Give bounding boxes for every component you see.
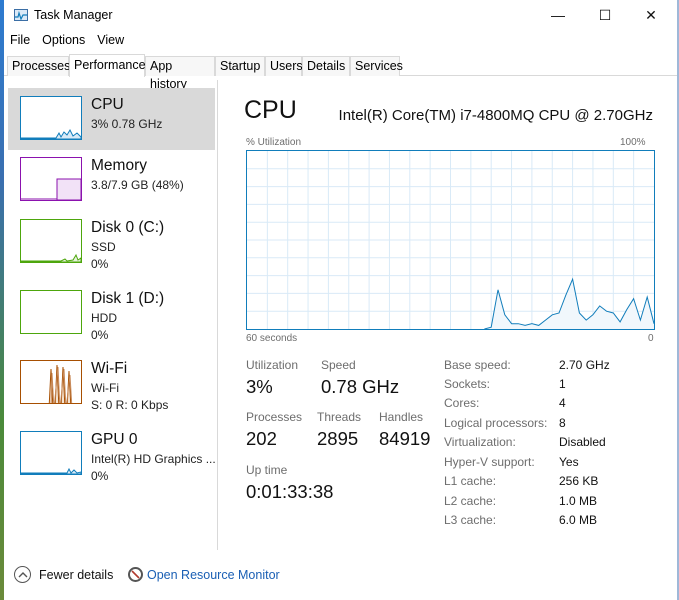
open-resource-monitor-link[interactable]: Open Resource Monitor [147, 568, 280, 582]
footer-bar: Fewer details Open Resource Monitor [4, 556, 677, 596]
sidebar-cpu-title: CPU [91, 96, 124, 113]
disk-0-thumbnail-graph [20, 219, 82, 263]
sidebar-disk-1-usage: 0% [91, 328, 109, 342]
sidebar-wifi-title: Wi-Fi [91, 360, 128, 377]
sidebar-item-disk-1[interactable]: Disk 1 (D:) HDD 0% [8, 282, 215, 344]
menu-view[interactable]: View [91, 32, 130, 50]
chevron-up-icon[interactable] [14, 566, 31, 583]
sidebar-gpu-usage: 0% [91, 469, 109, 483]
l3-cache-value: 6.0 MB [559, 513, 598, 527]
threads-label: Threads [317, 410, 362, 424]
cores-value: 4 [559, 396, 566, 410]
base-speed-value: 2.70 GHz [559, 358, 610, 372]
l1-cache-label: L1 cache: [444, 474, 497, 488]
handles-label: Handles [379, 410, 424, 424]
tab-startup[interactable]: Startup [215, 56, 265, 76]
sidebar-disk-1-title: Disk 1 (D:) [91, 290, 165, 307]
sidebar-disk-0-usage: 0% [91, 257, 109, 271]
sidebar-memory-title: Memory [91, 157, 147, 174]
utilization-value: 3% [246, 376, 273, 397]
sidebar-wifi-adapter: Wi-Fi [91, 381, 119, 395]
l1-cache-value: 256 KB [559, 474, 599, 488]
disk-1-thumbnail-graph [20, 290, 82, 334]
utilization-label: Utilization [246, 358, 299, 372]
l2-cache-label: L2 cache: [444, 494, 497, 508]
sockets-value: 1 [559, 377, 566, 391]
minimize-button[interactable]: — [535, 0, 581, 30]
processes-value: 202 [246, 428, 277, 449]
l3-cache-label: L3 cache: [444, 513, 497, 527]
processes-label: Processes [246, 410, 303, 424]
speed-value: 0.78 GHz [321, 376, 400, 397]
utilization-axis-label: % Utilization [246, 137, 302, 148]
sidebar-disk-0-type: SSD [91, 240, 116, 254]
gpu-thumbnail-graph [20, 431, 82, 475]
sidebar-disk-1-type: HDD [91, 311, 117, 325]
handles-value: 84919 [379, 428, 431, 449]
tab-users[interactable]: Users [265, 56, 303, 76]
close-button[interactable]: ✕ [628, 0, 674, 30]
speed-label: Speed [321, 358, 356, 372]
menu-file[interactable]: File [4, 32, 36, 50]
cpu-thumbnail-graph [20, 96, 82, 140]
threads-value: 2895 [317, 428, 359, 449]
menu-bar: File Options View [4, 32, 130, 50]
hyper-v-support-value: Yes [559, 455, 579, 469]
tab-processes[interactable]: Processes [7, 56, 70, 76]
cores-label: Cores: [444, 396, 480, 410]
sidebar-item-memory[interactable]: Memory 3.8/7.9 GB (48%) [8, 149, 215, 211]
sockets-label: Sockets: [444, 377, 491, 391]
cpu-model-name: Intel(R) Core(TM) i7-4800MQ CPU @ 2.70GH… [338, 107, 653, 124]
tab-services[interactable]: Services [350, 56, 403, 76]
time-range-label: 60 seconds [246, 333, 298, 344]
utilization-max-label: 100% [620, 137, 646, 148]
task-manager-window: Task Manager — ☐ ✕ File Options View Pro… [4, 0, 677, 600]
wifi-thumbnail-graph [20, 360, 82, 404]
hyper-v-support-label: Hyper-V support: [444, 455, 535, 469]
tab-strip: Processes Performance App history Startu… [4, 54, 677, 91]
sidebar-item-wifi[interactable]: Wi-Fi Wi-Fi S: 0 R: 0 Kbps [8, 352, 215, 414]
title-bar[interactable]: Task Manager — ☐ ✕ [4, 0, 677, 30]
sidebar-cpu-usage: 3% 0.78 GHz [91, 117, 163, 131]
virtualization-value: Disabled [559, 435, 606, 449]
base-speed-label: Base speed: [444, 358, 511, 372]
logical-processors-value: 8 [559, 416, 566, 430]
sidebar-disk-0-title: Disk 0 (C:) [91, 219, 165, 236]
resource-sidebar: CPU 3% 0.78 GHz Memory 3.8/7.9 GB (48%) … [4, 80, 218, 550]
window-title: Task Manager [34, 8, 113, 22]
close-icon: ✕ [645, 6, 657, 23]
maximize-button[interactable]: ☐ [582, 0, 628, 30]
cpu-utilization-graph [246, 150, 655, 330]
minimize-icon: — [551, 7, 565, 23]
uptime-label: Up time [246, 463, 288, 477]
sidebar-wifi-throughput: S: 0 R: 0 Kbps [91, 398, 169, 412]
sidebar-item-gpu[interactable]: GPU 0 Intel(R) HD Graphics ... 0% [8, 423, 216, 485]
tab-details[interactable]: Details [302, 56, 350, 76]
maximize-icon: ☐ [598, 6, 612, 23]
min-value-label: 0 [648, 333, 654, 344]
task-manager-icon [14, 9, 28, 21]
memory-thumbnail-graph [20, 157, 82, 201]
cpu-heading: CPU [244, 96, 297, 124]
tab-app-history[interactable]: App history [145, 56, 215, 91]
l2-cache-value: 1.0 MB [559, 494, 598, 508]
logical-processors-label: Logical processors: [444, 416, 548, 430]
sidebar-gpu-model: Intel(R) HD Graphics ... [91, 452, 216, 466]
menu-options[interactable]: Options [36, 32, 91, 50]
virtualization-label: Virtualization: [444, 435, 516, 449]
sidebar-item-disk-0[interactable]: Disk 0 (C:) SSD 0% [8, 211, 215, 273]
sidebar-gpu-title: GPU 0 [91, 431, 138, 448]
fewer-details-button[interactable]: Fewer details [39, 568, 113, 582]
sidebar-item-cpu[interactable]: CPU 3% 0.78 GHz [8, 88, 215, 150]
sidebar-memory-usage: 3.8/7.9 GB (48%) [91, 178, 184, 192]
uptime-value: 0:01:33:38 [246, 481, 334, 502]
tab-performance[interactable]: Performance [69, 54, 146, 77]
resource-monitor-icon [128, 567, 143, 582]
cpu-graph-svg [247, 151, 655, 330]
